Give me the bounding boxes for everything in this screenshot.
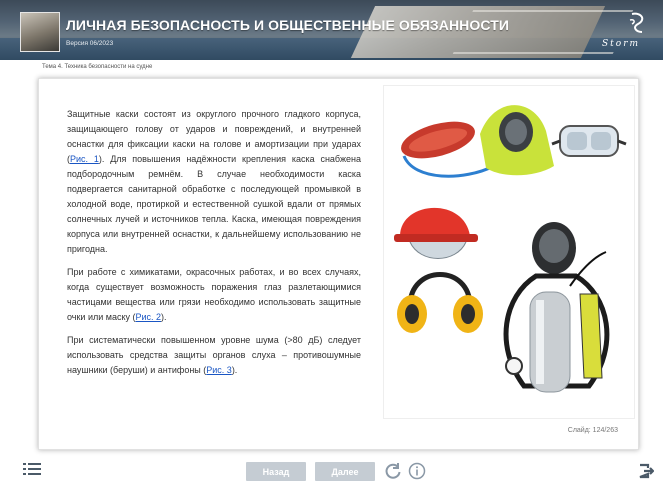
breathing-apparatus-icon (503, 222, 610, 393)
paragraph-helmets: Защитные каски состоят из округлого проч… (67, 107, 361, 257)
slide-card: Защитные каски состоят из округлого проч… (38, 78, 639, 450)
paragraph-text: ). (231, 365, 238, 375)
slide-text: Защитные каски состоят из округлого проч… (67, 107, 361, 386)
storm-logo: Storm (602, 10, 652, 52)
ppe-illustration (394, 105, 627, 393)
header-ship-thumbnail (20, 12, 60, 52)
slide-counter: Слайд: 124/263 (567, 427, 618, 434)
breadcrumb: Тема 4. Техника безопасности на судне (42, 64, 153, 70)
info-icon[interactable] (408, 462, 426, 480)
menu-icon[interactable] (23, 463, 41, 477)
paragraph-text: При работе с химикатами, окрасочных рабо… (67, 267, 361, 322)
paragraph-hearing: При систематически повышенном уровне шум… (67, 333, 361, 378)
reload-icon[interactable] (384, 462, 402, 480)
course-version: Версия 06/2023 (66, 40, 114, 47)
storm-logo-icon (629, 12, 644, 33)
header-banner: ЛИЧНАЯ БЕЗОПАСНОСТЬ И ОБЩЕСТВЕННЫЕ ОБЯЗА… (0, 0, 663, 60)
figure-1-link[interactable]: Рис. 1 (70, 154, 99, 164)
paragraph-goggles: При работе с химикатами, окрасочных рабо… (67, 265, 361, 325)
ear-muffs-icon (397, 272, 483, 333)
exit-icon[interactable] (638, 463, 655, 479)
escape-hood-icon (401, 105, 554, 178)
back-button[interactable]: Назад (246, 462, 306, 481)
paragraph-text: ). Для повышения надёжности крепления ка… (67, 154, 361, 254)
hard-hat-icon (394, 207, 478, 259)
paragraph-text: ). (161, 312, 167, 322)
course-title: ЛИЧНАЯ БЕЗОПАСНОСТЬ И ОБЩЕСТВЕННЫЕ ОБЯЗА… (66, 17, 510, 33)
storm-logo-text: Storm (602, 39, 641, 49)
safety-goggles-icon (551, 125, 627, 157)
ppe-equipment-image (383, 85, 635, 419)
figure-3-link[interactable]: Рис. 3 (206, 365, 232, 375)
next-button[interactable]: Далее (315, 462, 375, 481)
figure-2-link[interactable]: Рис. 2 (136, 312, 162, 322)
